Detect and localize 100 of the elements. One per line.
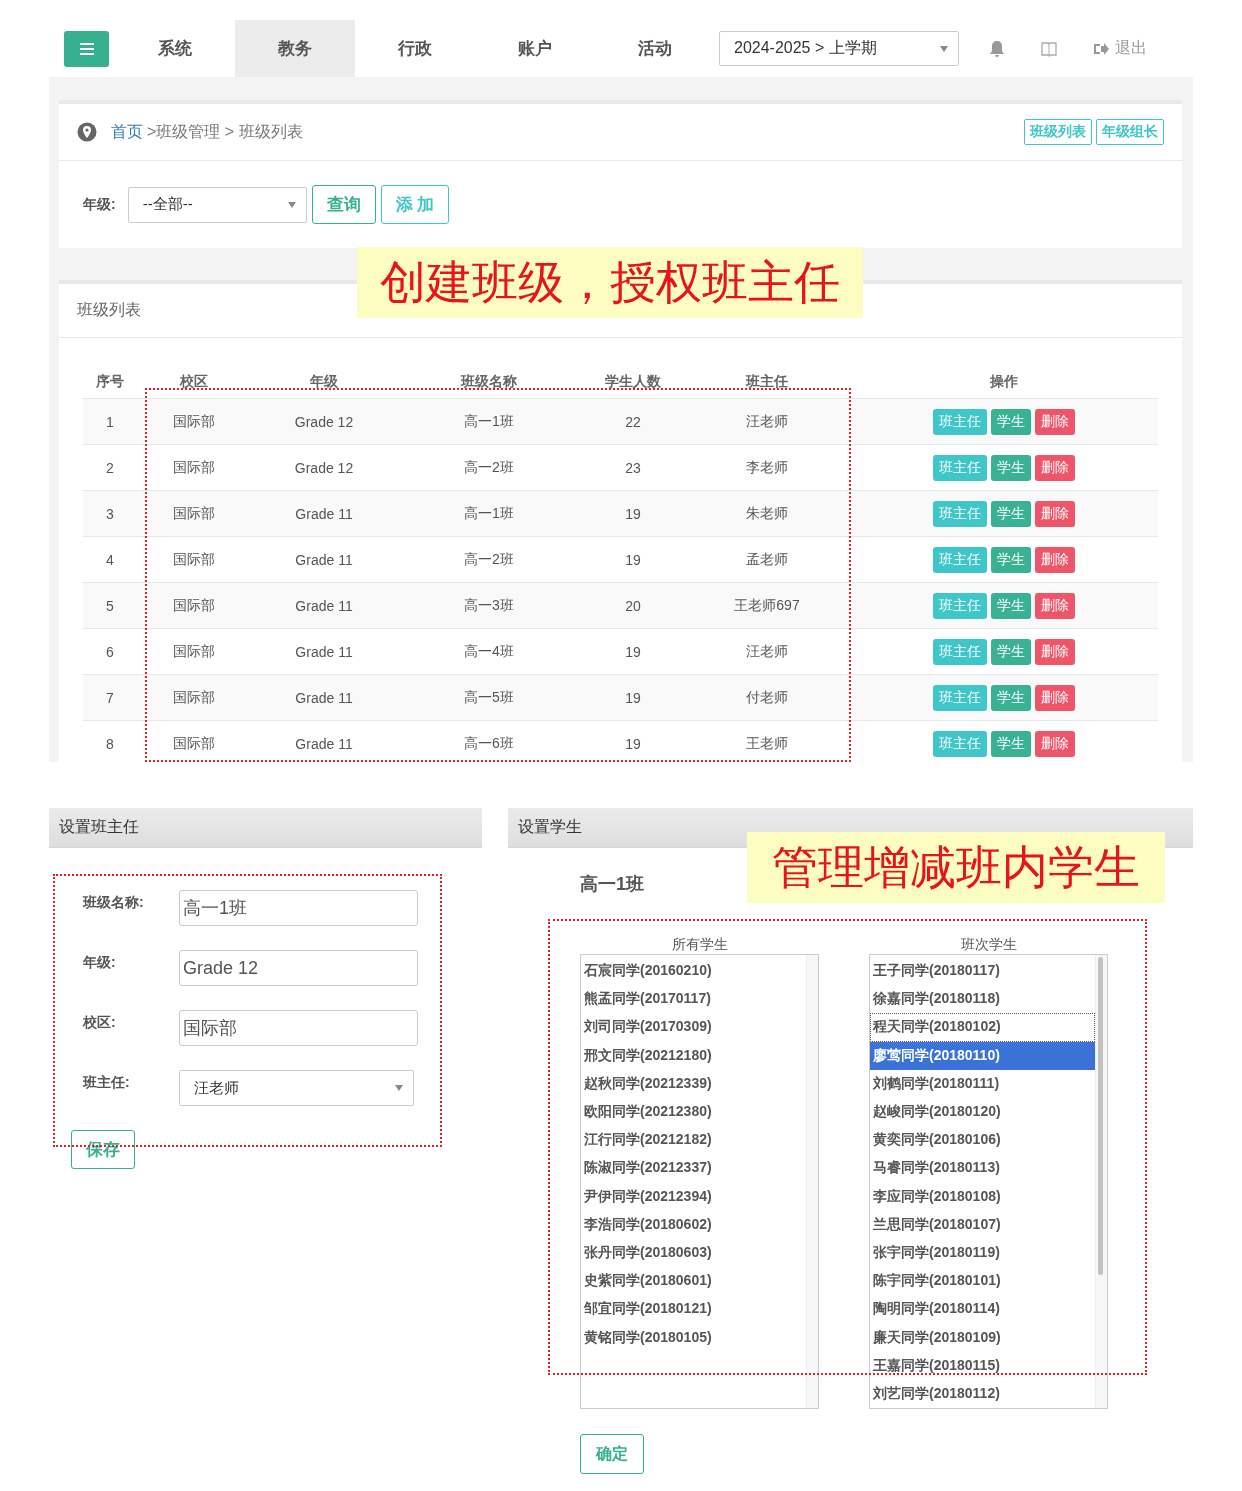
student-option[interactable]: 张丹同学(20180603) [581, 1238, 806, 1268]
student-option[interactable]: 赵峻同学(20180120) [870, 1097, 1095, 1127]
table-cell: 汪老师 [746, 642, 788, 659]
student-option[interactable]: 刘鹤同学(20180111) [870, 1069, 1095, 1098]
table-cell: 19 [625, 689, 641, 706]
table-cell: 6 [106, 643, 114, 660]
table-cell: 汪老师 [746, 412, 788, 429]
student-listbox[interactable] [869, 954, 1108, 1409]
student-option[interactable]: 邢文同学(20212180) [581, 1041, 806, 1070]
student-option[interactable]: 程天同学(20180102) [870, 1013, 1095, 1042]
menu-button[interactable] [64, 30, 109, 67]
scrollbar-thumb[interactable] [1098, 957, 1103, 1275]
teacher-select[interactable]: 汪老师 [179, 1070, 414, 1106]
column-header: 班主任 [744, 373, 789, 391]
student-option[interactable]: 熊孟同学(20170117) [581, 985, 806, 1014]
table-cell: 国际部 [173, 458, 215, 475]
class-name: 高一1班 [580, 874, 644, 894]
student-option[interactable]: 欧阳同学(20212380) [581, 1097, 806, 1127]
column-header: 操作 [988, 373, 1019, 391]
list-label: 所有学生 [671, 936, 728, 954]
term-select[interactable]: 2024-2025 > 上学期 [719, 31, 959, 66]
input-field[interactable]: 国际部 [179, 1010, 418, 1046]
table-cell: 高一3班 [464, 596, 514, 613]
student-option[interactable]: 石宸同学(20160210) [581, 957, 806, 986]
student-option[interactable]: 陶明同学(20180114) [870, 1295, 1095, 1324]
table-cell: 高一6班 [464, 734, 514, 751]
table-cell: 7 [106, 689, 114, 706]
table-cell: 5 [106, 597, 114, 614]
annotation-callout: 管理增减班内学生 [747, 832, 1165, 903]
table-cell: 8 [106, 735, 114, 752]
column-header: 年级 [309, 373, 339, 391]
student-option[interactable]: 廖莺同学(20180110) [870, 1041, 1095, 1070]
table-cell: Grade 11 [295, 643, 353, 660]
table-cell: 2 [106, 459, 114, 476]
nav-tab[interactable]: 系统 [115, 20, 235, 77]
table-cell: 高一2班 [464, 458, 514, 475]
input-field[interactable]: Grade 12 [179, 950, 418, 986]
student-option[interactable]: 陈淑同学(20212337) [581, 1154, 806, 1183]
student-option[interactable]: 邹宜同学(20180121) [581, 1295, 806, 1324]
breadcrumb-link[interactable]: 首页 [111, 121, 143, 143]
student-option[interactable]: 黄奕同学(20180106) [870, 1126, 1095, 1155]
student-option[interactable]: 张宇同学(20180119) [870, 1238, 1095, 1268]
menu-icon [79, 42, 94, 55]
table-cell: 高一1班 [464, 504, 514, 521]
student-option[interactable]: 赵秋同学(20212339) [581, 1069, 806, 1098]
table-cell: 王老师 [746, 734, 788, 751]
table-cell: 3 [106, 505, 114, 522]
column-header: 序号 [95, 373, 125, 391]
student-option[interactable]: 马睿同学(20180113) [870, 1154, 1095, 1183]
table-cell: 19 [625, 735, 641, 752]
student-option[interactable]: 陈宇同学(20180101) [870, 1267, 1095, 1296]
student-option[interactable]: 刘司同学(20170309) [581, 1013, 806, 1042]
table-cell: 1 [106, 413, 114, 430]
table-cell: Grade 12 [294, 413, 354, 430]
student-option[interactable]: 李应同学(20180108) [870, 1182, 1095, 1211]
student-option[interactable]: 刘艺同学(20180112) [870, 1379, 1095, 1408]
table-cell: 高一2班 [464, 550, 514, 567]
student-option[interactable]: 史紫同学(20180601) [581, 1267, 806, 1296]
table-cell: 孟老师 [746, 550, 788, 567]
table-cell: 朱老师 [746, 504, 788, 521]
field-label: 年级: [83, 954, 116, 970]
student-listbox[interactable] [580, 954, 819, 1409]
table-cell: 23 [625, 459, 641, 476]
column-header: 班级名称 [459, 373, 518, 391]
student-option[interactable]: 黄铭同学(20180105) [581, 1323, 806, 1352]
book-icon[interactable] [1041, 40, 1057, 57]
student-option[interactable]: 廉天同学(20180109) [870, 1323, 1095, 1352]
filter-label: 年级: [83, 195, 116, 214]
table-cell: 22 [625, 413, 641, 430]
table-cell: 国际部 [173, 550, 215, 567]
table-cell: 国际部 [173, 688, 215, 705]
location-pin-icon [77, 122, 97, 142]
student-option[interactable]: 徐嘉同学(20180118) [870, 985, 1095, 1014]
table-cell: 王老师697 [734, 596, 800, 613]
table-cell: Grade 11 [295, 551, 353, 568]
student-option[interactable]: 王嘉同学(20180115) [870, 1351, 1095, 1380]
annotation-callout: 创建班级，授权班主任 [357, 247, 863, 318]
scrollbar-track[interactable] [1095, 955, 1107, 1408]
table-cell: 高一1班 [464, 412, 514, 429]
bell-icon[interactable] [989, 39, 1005, 58]
input-field[interactable]: 高一1班 [179, 890, 418, 926]
student-option[interactable]: 江行同学(20212182) [581, 1126, 806, 1155]
table-cell: 20 [625, 597, 641, 614]
nav-tab[interactable]: 教务 [235, 20, 355, 77]
grade-select[interactable]: --全部-- [127, 186, 307, 223]
student-option[interactable]: 王子同学(20180117) [870, 957, 1095, 986]
scrollbar-track[interactable] [806, 955, 818, 1408]
student-option[interactable]: 兰思同学(20180107) [870, 1210, 1095, 1239]
logout-icon [1093, 41, 1109, 56]
table-cell: 高一4班 [464, 642, 514, 659]
nav-tab[interactable]: 账户 [475, 20, 595, 77]
table-cell: Grade 11 [295, 689, 353, 706]
student-option[interactable]: 李浩同学(20180602) [581, 1210, 806, 1239]
table-cell: 19 [625, 643, 641, 660]
student-option[interactable]: 尹伊同学(20212394) [581, 1182, 806, 1211]
nav-tab[interactable]: 行政 [355, 20, 475, 77]
table-cell: 国际部 [173, 412, 215, 429]
nav-tab[interactable]: 活动 [595, 20, 715, 77]
table-cell: 付老师 [746, 688, 788, 705]
table-cell: 高一5班 [464, 688, 514, 705]
